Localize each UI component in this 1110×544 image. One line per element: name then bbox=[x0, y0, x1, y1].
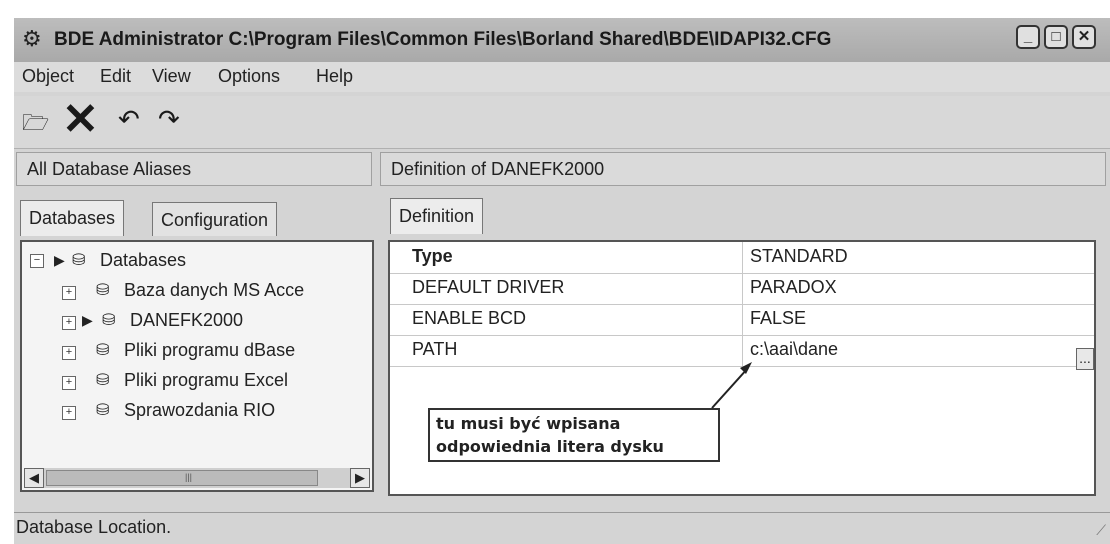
title-bar[interactable]: ⚙ BDE Administrator C:\Program Files\Com… bbox=[14, 18, 1110, 63]
right-panel-header: Definition of DANEFK2000 bbox=[380, 152, 1106, 186]
database-icon: ⛁ bbox=[96, 342, 110, 359]
grid-key: Type bbox=[412, 246, 453, 266]
status-text: Database Location. bbox=[16, 517, 172, 537]
grid-row-default-driver[interactable]: DEFAULT DRIVER PARADOX bbox=[390, 273, 1094, 305]
menu-help[interactable]: Help bbox=[316, 66, 353, 87]
database-icon: ⛁ bbox=[96, 372, 110, 389]
pointer-arrow-icon: ▶ bbox=[54, 252, 65, 268]
resize-grip-icon[interactable]: ⟋ bbox=[1096, 522, 1106, 539]
expand-icon[interactable]: + bbox=[62, 286, 76, 300]
database-alias-icon: ⛁ bbox=[102, 312, 116, 329]
database-icon: ⛁ bbox=[96, 282, 110, 299]
tree-item-label: DANEFK2000 bbox=[130, 310, 244, 330]
database-alias-icon: ⛁ bbox=[96, 402, 110, 419]
scroll-right-icon[interactable]: ▶ bbox=[350, 468, 370, 488]
maximize-icon[interactable]: □ bbox=[1044, 25, 1068, 49]
tree-item-label: Baza danych MS Acce bbox=[124, 280, 305, 300]
undo-icon[interactable]: ↶ bbox=[118, 104, 140, 135]
grid-row-path[interactable]: PATH c:\aai\dane bbox=[390, 335, 1094, 367]
expand-icon[interactable]: + bbox=[62, 376, 76, 390]
databases-tree[interactable]: − ▶ ⛁ Databases + ⛁ Baza danych MS Acce … bbox=[20, 240, 374, 492]
expand-icon[interactable]: + bbox=[62, 406, 76, 420]
window-title: BDE Administrator C:\Program Files\Commo… bbox=[54, 29, 832, 50]
grip-icon: ||| bbox=[185, 472, 193, 482]
tree-item-label: Sprawozdania RIO bbox=[124, 400, 276, 420]
grid-key: ENABLE BCD bbox=[412, 308, 527, 328]
toolbar: 🗁 ✕ ↶ ↷ bbox=[14, 96, 1110, 149]
menu-object[interactable]: Object bbox=[22, 66, 74, 87]
expand-icon[interactable]: + bbox=[62, 346, 76, 360]
status-bar: Database Location. ⟋ bbox=[14, 512, 1110, 543]
collapse-icon[interactable]: − bbox=[30, 254, 44, 268]
redo-icon[interactable]: ↷ bbox=[158, 104, 180, 135]
minimize-icon[interactable]: _ bbox=[1016, 25, 1040, 49]
scroll-left-icon[interactable]: ◀ bbox=[24, 468, 44, 488]
bde-app-icon: ⚙ bbox=[22, 26, 42, 51]
tab-configuration[interactable]: Configuration bbox=[152, 202, 278, 236]
left-panel-header: All Database Aliases bbox=[16, 152, 372, 186]
grid-row-type[interactable]: Type STANDARD bbox=[390, 242, 1094, 274]
databases-root-icon: ⛁ bbox=[72, 252, 86, 269]
menu-edit[interactable]: Edit bbox=[100, 66, 131, 87]
callout-line-1: tu musi być wpisana bbox=[436, 414, 621, 433]
grid-value[interactable]: STANDARD bbox=[750, 246, 848, 267]
horizontal-scrollbar[interactable]: ◀ ||| ▶ bbox=[24, 468, 370, 488]
menu-options[interactable]: Options bbox=[218, 66, 280, 87]
grid-row-enable-bcd[interactable]: ENABLE BCD FALSE bbox=[390, 304, 1094, 336]
close-icon[interactable]: ✕ bbox=[1072, 25, 1096, 49]
annotation-callout: tu musi być wpisana odpowiednia litera d… bbox=[428, 408, 720, 462]
tab-definition[interactable]: Definition bbox=[390, 198, 484, 234]
browse-path-button[interactable]: ... bbox=[1076, 348, 1094, 370]
grid-key: DEFAULT DRIVER bbox=[412, 277, 565, 297]
grid-key: PATH bbox=[412, 339, 458, 359]
path-value-field[interactable]: c:\aai\dane bbox=[750, 339, 838, 360]
tab-databases[interactable]: Databases bbox=[20, 200, 125, 236]
bde-administrator-window: ⚙ BDE Administrator C:\Program Files\Com… bbox=[14, 18, 1110, 544]
tree-root-databases[interactable]: Databases bbox=[100, 250, 186, 271]
grid-value[interactable]: PARADOX bbox=[750, 277, 837, 298]
open-folder-icon[interactable]: 🗁 bbox=[22, 106, 49, 144]
delete-icon[interactable]: ✕ bbox=[62, 96, 99, 144]
menu-view[interactable]: View bbox=[152, 66, 191, 87]
callout-line-2: odpowiednia litera dysku bbox=[436, 437, 664, 456]
tree-item-label: Pliki programu dBase bbox=[124, 340, 296, 360]
menu-bar: Object Edit View Options Help bbox=[14, 62, 1110, 92]
expand-icon[interactable]: + bbox=[62, 316, 76, 330]
tree-item-label: Pliki programu Excel bbox=[124, 370, 289, 390]
grid-value[interactable]: FALSE bbox=[750, 308, 806, 329]
scroll-thumb[interactable]: ||| bbox=[46, 470, 318, 486]
pointer-arrow-icon: ▶ bbox=[82, 312, 93, 328]
